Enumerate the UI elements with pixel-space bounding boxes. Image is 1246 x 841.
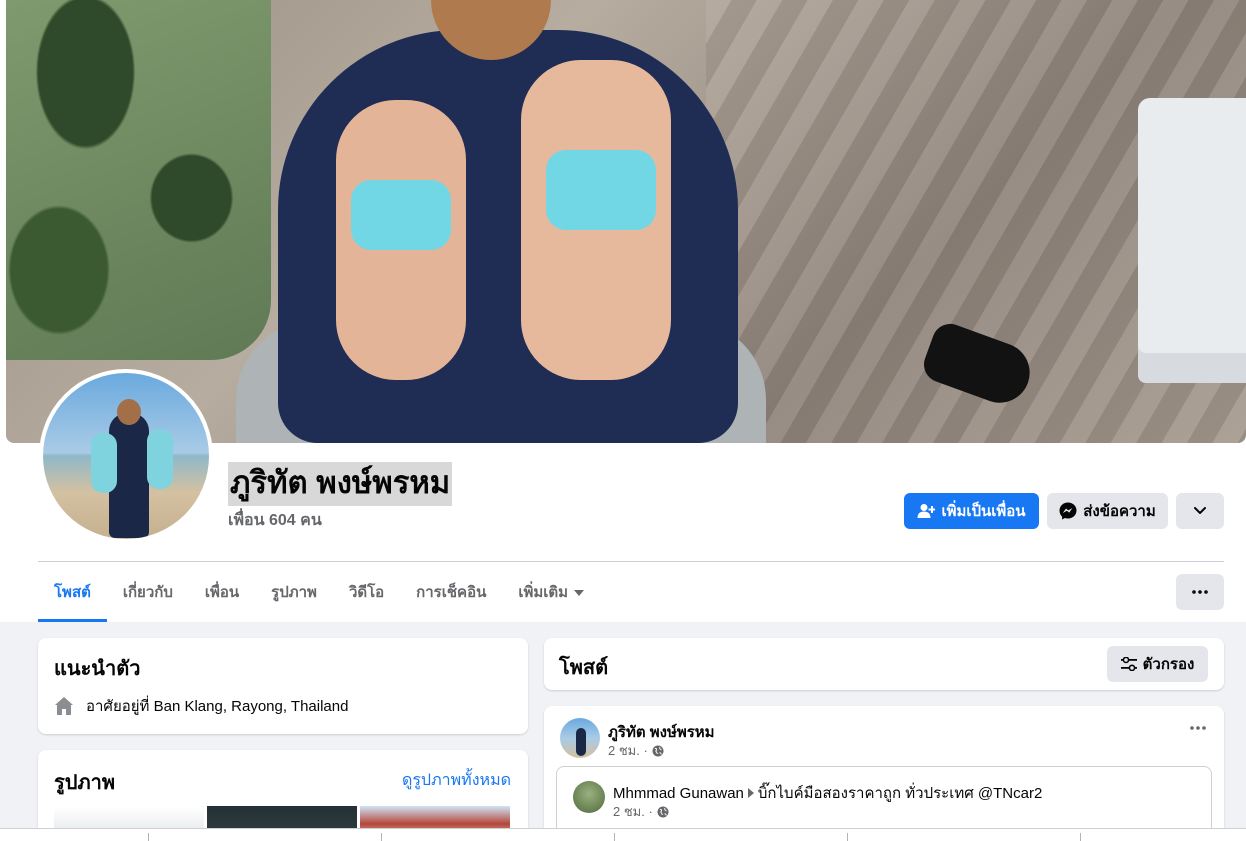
globe-icon <box>652 745 664 757</box>
add-friend-button[interactable]: เพิ่มเป็นเพื่อน <box>904 493 1039 529</box>
tab-about[interactable]: เกี่ยวกับ <box>107 562 189 622</box>
shared-author-avatar[interactable] <box>573 781 605 813</box>
tab-friends[interactable]: เพื่อน <box>189 562 255 622</box>
tab-label: เพื่อน <box>204 584 240 601</box>
post-card: ภูริทัต พงษ์พรหม 2 ชม. · Mhmmad Gunawan … <box>544 706 1224 841</box>
see-all-photos-link[interactable]: ดูรูปภาพทั้งหมด <box>402 768 511 793</box>
post-meta: 2 ชม. · <box>608 740 664 761</box>
avatar-photo <box>43 373 209 539</box>
filter-button[interactable]: ตัวกรอง <box>1107 646 1208 682</box>
photos-title: รูปภาพ <box>54 772 116 794</box>
shared-author-name[interactable]: Mhmmad Gunawan <box>613 785 744 802</box>
messenger-icon <box>1059 502 1077 520</box>
bottom-edge-strip <box>0 828 1246 841</box>
tab-checkins[interactable]: การเช็คอิน <box>400 562 502 622</box>
posts-title: โพสต์ <box>559 657 609 679</box>
cover-cooler-box <box>1138 98 1246 383</box>
caret-down-icon <box>574 590 585 596</box>
arrow-right-icon <box>747 788 754 798</box>
cover-photo[interactable] <box>6 0 1246 443</box>
intro-card: แนะนำตัว อาศัยอยู่ที่ Ban Klang, Rayong,… <box>38 638 528 734</box>
cover-baby-right <box>521 60 671 380</box>
cover-baby-left <box>336 100 466 380</box>
intro-title: แนะนำตัว <box>54 658 141 680</box>
post-options-button[interactable] <box>1190 726 1206 730</box>
shared-group-name[interactable]: บิ๊กไบค์มือสองราคาถูก ทั่วประเทศ @TNcar2 <box>758 781 1042 805</box>
tab-videos[interactable]: วิดีโอ <box>333 562 400 622</box>
ellipsis-icon <box>1190 726 1206 730</box>
tab-posts[interactable]: โพสต์ <box>38 562 107 622</box>
filter-sliders-icon <box>1120 657 1137 671</box>
tab-label: วิดีโอ <box>348 584 385 601</box>
lives-in-text: อาศัยอยู่ที่ Ban Klang, Rayong, Thailand <box>86 698 349 715</box>
tab-label: เกี่ยวกับ <box>122 584 173 601</box>
tab-more[interactable]: เพิ่มเติม <box>502 562 600 622</box>
home-icon <box>54 696 74 716</box>
post-time[interactable]: 2 ชม. · <box>608 740 648 761</box>
add-friend-icon <box>917 503 936 519</box>
tab-label: การเช็คอิน <box>416 584 487 601</box>
friends-count[interactable]: เพื่อน 604 คน <box>228 508 322 533</box>
globe-icon <box>657 806 669 818</box>
message-button[interactable]: ส่งข้อความ <box>1047 493 1168 529</box>
cover-camo-chair <box>6 0 271 360</box>
tab-options-button[interactable] <box>1176 574 1224 610</box>
tab-photos[interactable]: รูปภาพ <box>255 562 333 622</box>
shared-post-time[interactable]: 2 ชม. · <box>613 801 653 822</box>
shared-post-header: Mhmmad Gunawan บิ๊กไบค์มือสองราคาถูก ทั่… <box>613 781 1042 805</box>
tab-label: เพิ่มเติม <box>518 584 569 601</box>
profile-name: ภูริทัต พงษ์พรหม <box>228 462 453 506</box>
tab-label: โพสต์ <box>54 584 91 601</box>
shared-post-meta: 2 ชม. · <box>613 801 669 822</box>
tab-label: รูปภาพ <box>271 584 317 601</box>
chevron-down-icon <box>1194 507 1206 515</box>
post-author-avatar[interactable] <box>560 718 600 758</box>
lives-in-row: อาศัยอยู่ที่ Ban Klang, Rayong, Thailand <box>54 694 348 718</box>
add-friend-label: เพิ่มเป็นเพื่อน <box>941 503 1026 520</box>
profile-tabs: โพสต์ เกี่ยวกับ เพื่อน รูปภาพ วิดีโอ การ… <box>38 562 600 622</box>
profile-avatar[interactable] <box>39 369 213 543</box>
filter-label: ตัวกรอง <box>1142 656 1195 673</box>
posts-header-card: โพสต์ ตัวกรอง <box>544 638 1224 690</box>
ellipsis-icon <box>1192 590 1208 594</box>
profile-options-button[interactable] <box>1176 493 1224 529</box>
message-label: ส่งข้อความ <box>1083 503 1156 520</box>
